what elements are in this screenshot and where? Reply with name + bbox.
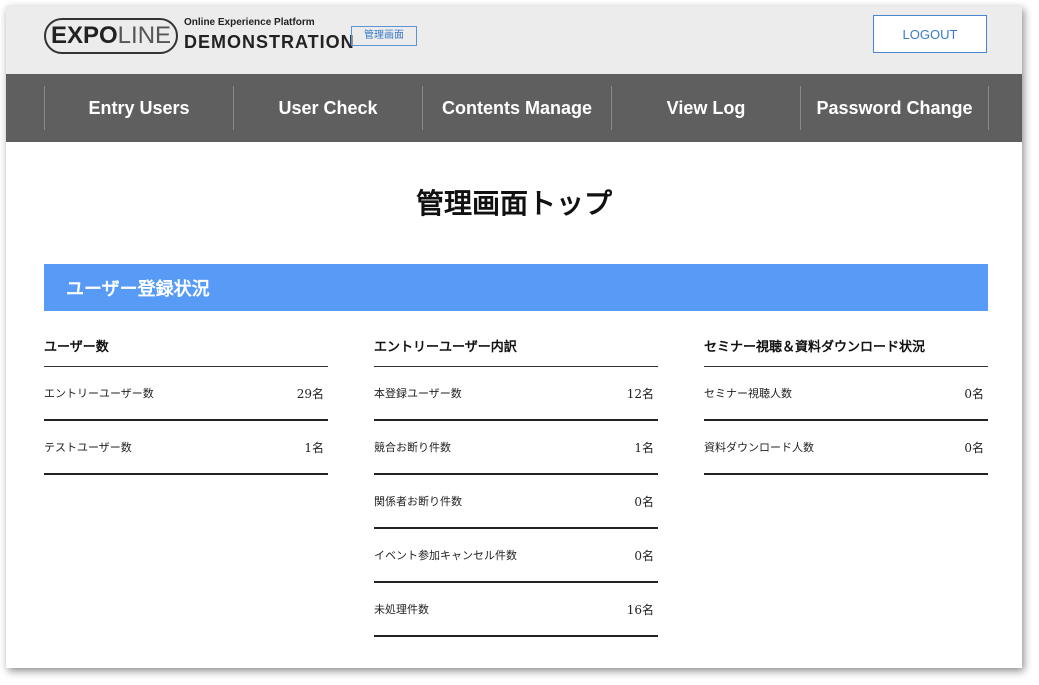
main-nav: Entry Users User Check Contents Manage V… (6, 74, 1022, 142)
stat-row: エントリーユーザー数 29名 (44, 367, 328, 421)
stat-label: 未処理件数 (374, 603, 429, 616)
expoline-logo: EXPO LINE (44, 18, 178, 54)
stat-label: イベント参加キャンセル件数 (374, 549, 517, 562)
stat-row: 関係者お断り件数 0名 (374, 475, 658, 529)
seminar-download-column: セミナー視聴＆資料ダウンロード状況 セミナー視聴人数 0名 資料ダウンロード人数… (704, 332, 988, 475)
logo-text-line: LINE (117, 22, 172, 49)
stat-row: セミナー視聴人数 0名 (704, 367, 988, 421)
stat-value: 0名 (634, 548, 654, 563)
nav-password-change[interactable]: Password Change (800, 86, 989, 130)
user-count-column: ユーザー数 エントリーユーザー数 29名 テストユーザー数 1名 (44, 332, 328, 475)
stat-value: 29名 (296, 386, 324, 401)
nav-entry-users[interactable]: Entry Users (44, 86, 233, 130)
header: EXPO LINE Online Experience Platform DEMO… (6, 6, 1022, 74)
platform-subtitle: Online Experience Platform (184, 17, 315, 28)
page-title: 管理画面トップ (415, 187, 612, 220)
app-window: EXPO LINE Online Experience Platform DEMO… (6, 6, 1022, 668)
stat-label: エントリーユーザー数 (44, 387, 154, 400)
nav-contents-manage[interactable]: Contents Manage (422, 86, 611, 130)
stat-row: 競合お断り件数 1名 (374, 421, 658, 475)
stat-row: テストユーザー数 1名 (44, 421, 328, 475)
stat-label: 資料ダウンロード人数 (704, 441, 814, 454)
column-title: セミナー視聴＆資料ダウンロード状況 (704, 332, 988, 367)
admin-badge: 管理画面 (351, 26, 417, 46)
nav-user-check[interactable]: User Check (233, 86, 422, 130)
stat-label: 本登録ユーザー数 (374, 387, 462, 400)
stat-value: 0名 (964, 440, 984, 455)
stat-value: 16名 (626, 602, 654, 617)
entry-breakdown-column: エントリーユーザー内訳 本登録ユーザー数 12名 競合お断り件数 1名 関係者お… (374, 332, 658, 637)
logo-text-expo: EXPO (50, 22, 118, 49)
stat-label: テストユーザー数 (44, 441, 132, 454)
stat-row: 本登録ユーザー数 12名 (374, 367, 658, 421)
stat-label: セミナー視聴人数 (704, 387, 792, 400)
stat-row: 未処理件数 16名 (374, 583, 658, 637)
stat-value: 0名 (634, 494, 654, 509)
nav-view-log[interactable]: View Log (611, 86, 800, 130)
column-title: エントリーユーザー内訳 (374, 332, 658, 367)
demonstration-title: DEMONSTRATION (184, 32, 355, 52)
logout-button[interactable]: LOGOUT (873, 15, 987, 53)
stat-value: 1名 (304, 440, 324, 455)
stat-value: 12名 (626, 386, 654, 401)
stat-row: 資料ダウンロード人数 0名 (704, 421, 988, 475)
section-header: ユーザー登録状況 (44, 264, 988, 311)
stat-row: イベント参加キャンセル件数 0名 (374, 529, 658, 583)
column-title: ユーザー数 (44, 332, 328, 367)
stat-value: 0名 (964, 386, 984, 401)
stat-value: 1名 (634, 440, 654, 455)
stat-label: 関係者お断り件数 (374, 495, 462, 508)
stat-label: 競合お断り件数 (374, 441, 451, 454)
